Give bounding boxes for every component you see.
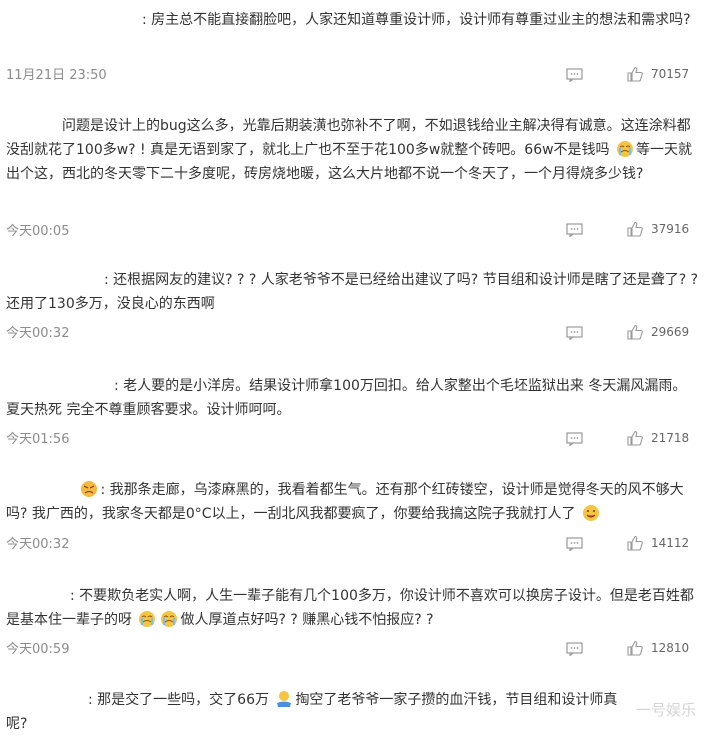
- comment-text: : 我那条走廊，乌漆麻黑的，我看着都生气。还有那个红砖镂空，设计师是觉得冬天的风…: [6, 480, 684, 522]
- like-count: 12810: [651, 641, 690, 655]
- comment-timestamp: 今天00:32: [6, 326, 70, 341]
- comment-icon[interactable]: [566, 223, 583, 237]
- like-icon[interactable]: [627, 324, 643, 340]
- angry-emoji-icon: [80, 480, 98, 498]
- like-icon[interactable]: [627, 535, 643, 551]
- comment-timestamp: 今天00:59: [6, 642, 70, 657]
- comment-text: : 房主总不能直接翻脸吧，人家还知道尊重设计师，设计师有尊重过业主的想法和需求吗…: [142, 12, 691, 28]
- like-icon[interactable]: [627, 430, 643, 446]
- comment-icon[interactable]: [566, 537, 583, 551]
- crying-emoji-icon: [160, 610, 178, 628]
- comment-text: : 那是交了一些吗，交了66万 掏空了老爷爷一家子攒的血汗钱，节目组和设计师真呢…: [6, 690, 618, 732]
- comment-timestamp: 今天00:05: [6, 224, 70, 239]
- like-count: 14112: [651, 536, 690, 550]
- comment-timestamp: 今天01:56: [6, 432, 70, 447]
- drooling-emoji-icon: [582, 504, 600, 522]
- crying-emoji-icon: [138, 610, 156, 628]
- like-icon[interactable]: [627, 66, 643, 82]
- watermark: 一号娱乐: [635, 701, 696, 719]
- comment-icon[interactable]: [566, 326, 583, 340]
- crying-emoji-icon: [616, 140, 634, 158]
- comment-icon[interactable]: [566, 68, 583, 82]
- like-count: 21718: [651, 431, 690, 445]
- like-count: 29669: [651, 325, 690, 339]
- comment-text: : 老人要的是小洋房。结果设计师拿100万回扣。给人家整出个毛坯监狱出来 冬天漏…: [6, 378, 687, 418]
- comment-icon[interactable]: [566, 432, 583, 446]
- like-count: 37916: [651, 222, 690, 236]
- like-icon[interactable]: [627, 221, 643, 237]
- comment-timestamp: 今天00:32: [6, 537, 70, 552]
- comment-icon[interactable]: [566, 642, 583, 656]
- shrug-emoji-icon: [275, 690, 293, 708]
- like-count: 70157: [651, 67, 690, 81]
- comment-text: : 还根据网友的建议? ? ? 人家老爷爷不是已经给出建议了吗? 节目组和设计师…: [6, 272, 698, 312]
- comment-text: 问题是设计上的bug这么多，光靠后期装潢也弥补不了啊，不如退钱给业主解决得有诚意…: [6, 118, 693, 182]
- comment-text: : 不要欺负老实人啊，人生一辈子能有几个100多万，你设计师不喜欢可以换房子设计…: [6, 588, 694, 628]
- comment-timestamp: 11月21日 23:50: [6, 68, 107, 83]
- like-icon[interactable]: [627, 640, 643, 656]
